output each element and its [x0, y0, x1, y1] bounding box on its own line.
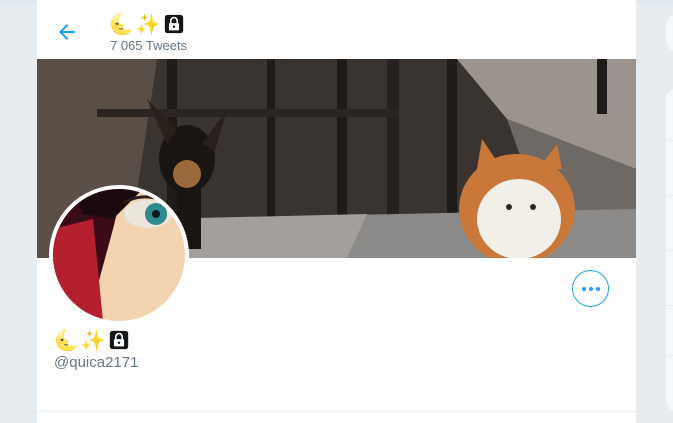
sidebar-card-separator: [665, 305, 673, 306]
profile-display-name: 🌜 ✨: [54, 328, 130, 352]
sidebar-card-separator: [665, 140, 673, 141]
sidebar-card-separator: [665, 355, 673, 356]
sidebar-card-separator: [665, 195, 673, 196]
profile-handle: @quica2171: [54, 354, 139, 371]
lock-icon: [164, 14, 183, 34]
more-options-button[interactable]: [572, 270, 609, 307]
profile-header: 🌜 ✨ 7 065 Tweets: [37, 4, 636, 59]
sidebar-card-separator: [665, 250, 673, 251]
profile-avatar[interactable]: [49, 185, 189, 325]
header-display-name: 🌜 ✨: [109, 12, 185, 36]
section-divider: [37, 411, 636, 412]
tweet-count: 7 065 Tweets: [110, 38, 188, 53]
profile-column: 🌜 ✨ 7 065 Tweets 🌜 ✨ @quica2171: [36, 0, 637, 423]
crescent-moon-emoji: 🌜: [109, 12, 134, 36]
sparkles-emoji: ✨: [135, 12, 161, 36]
arrow-left-icon: [59, 24, 75, 40]
crescent-moon-emoji: 🌜: [54, 328, 79, 352]
search-box-edge[interactable]: [665, 14, 673, 52]
back-button[interactable]: [55, 20, 79, 44]
more-horizontal-icon: [581, 286, 600, 291]
avatar-image: [53, 189, 185, 321]
lock-icon: [109, 330, 128, 350]
sparkles-emoji: ✨: [80, 328, 106, 352]
